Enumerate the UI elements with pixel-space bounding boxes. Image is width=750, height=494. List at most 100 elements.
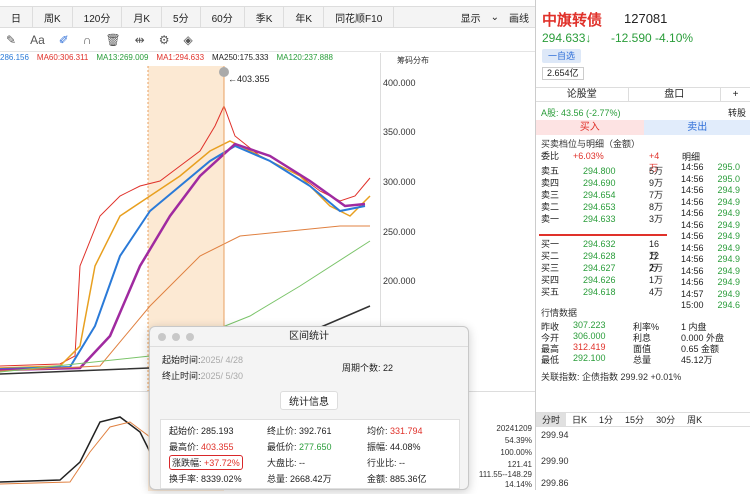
- split-icon[interactable]: ⇹: [135, 33, 145, 47]
- tab-add[interactable]: +: [721, 88, 750, 101]
- tick-row: 14:56295.0: [681, 174, 740, 184]
- tab-15min[interactable]: 15分: [619, 413, 650, 426]
- ma-legend: 286.156 MA60:306.311 MA13:269.009 MA1:29…: [0, 53, 380, 66]
- bid-price: 294.628: [583, 250, 616, 262]
- ask-price: 294.653: [583, 201, 616, 213]
- market-cap: 2.654亿: [542, 67, 584, 80]
- text-tool-icon[interactable]: Aa: [30, 33, 45, 47]
- end-value[interactable]: 2025/ 5/30: [201, 371, 244, 381]
- bid-row: 买二294.62812万: [539, 250, 667, 262]
- period-label: 周期个数:: [342, 363, 381, 373]
- bid-price: 294.626: [583, 274, 616, 286]
- related-index: 关联指数: 企债指数 299.92 +0.01%: [541, 370, 681, 383]
- bid-row: 买一294.63216万: [539, 238, 667, 250]
- tab-year-k[interactable]: 年K: [284, 7, 324, 27]
- tab-day-k[interactable]: 日K: [566, 413, 593, 426]
- tab-60min[interactable]: 60分: [201, 7, 245, 27]
- ask-row: 卖四294.6909万: [539, 177, 667, 189]
- tab-week-k-mini[interactable]: 周K: [681, 413, 708, 426]
- draw-line-button[interactable]: 画线: [509, 10, 529, 25]
- start-value[interactable]: 2025/ 4/28: [201, 355, 244, 365]
- lower-value: 100.00%: [500, 448, 532, 457]
- period-row: 周期个数: 22: [342, 361, 393, 374]
- tab-120min[interactable]: 120分: [73, 7, 123, 27]
- close-dot-icon[interactable]: [158, 333, 166, 341]
- tick-row: 14:56294.9: [681, 231, 740, 241]
- zoom-dot-icon[interactable]: [186, 333, 194, 341]
- price-change: -12.590 -4.10%: [611, 31, 693, 45]
- ask-volume: 9万: [649, 177, 663, 189]
- ask-row: 卖一294.6333万: [539, 213, 667, 225]
- market-title: 行情数据: [541, 306, 577, 319]
- end-time-row: 终止时间:2025/ 5/30: [162, 369, 243, 382]
- gear-icon[interactable]: ⚙: [159, 33, 170, 47]
- display-menu[interactable]: 显示: [461, 10, 481, 25]
- sell-button[interactable]: 卖出: [644, 120, 750, 135]
- highlighter-icon[interactable]: ✐: [59, 33, 69, 47]
- stats-info-title: 统计信息: [280, 391, 338, 410]
- tick-row: 14:56294.9: [681, 220, 740, 230]
- a-share-quote: A股: 43.56 (-2.77%): [541, 106, 621, 119]
- orderbook-title: 买卖档位与明细（金额）: [541, 137, 640, 150]
- ma-label: 286.156: [0, 53, 29, 66]
- ask-volume: 8万: [649, 201, 663, 213]
- dialog-title: 区间统计: [289, 331, 329, 342]
- bid-data-label: 买一: [541, 238, 559, 250]
- bid-list: 买一294.63216万买二294.62812万买三294.6272万买四294…: [539, 238, 667, 298]
- tab-orderbook[interactable]: 盘口: [629, 88, 722, 101]
- mini-tick: 299.94: [541, 430, 569, 440]
- y-tick: 250.000: [383, 227, 416, 237]
- layers-icon[interactable]: ◈: [184, 33, 193, 47]
- tab-week-k[interactable]: 周K: [33, 7, 73, 27]
- lower-value: 111.55--148.29: [479, 470, 532, 479]
- security-name: 中旗转债: [542, 9, 602, 30]
- y-tick: 350.000: [383, 127, 416, 137]
- tab-f10[interactable]: 同花顺F10: [324, 7, 394, 27]
- bid-data-label: 买五: [541, 286, 559, 298]
- quote-tabs: 论股堂 盘口 +: [536, 87, 750, 102]
- ask-row: 卖五294.8005万: [539, 165, 667, 177]
- trash-icon[interactable]: 🗑: [105, 33, 120, 47]
- bid-volume: 4万: [649, 286, 663, 298]
- tab-5min[interactable]: 5分: [162, 7, 201, 27]
- bid-data-label: 买二: [541, 250, 559, 262]
- tab-day[interactable]: 日: [0, 7, 33, 27]
- bid-data-label: 买四: [541, 274, 559, 286]
- bid-volume: 2万: [649, 262, 663, 274]
- last-price: 294.633↓: [542, 31, 591, 45]
- period-value: 22: [383, 363, 393, 373]
- tab-1min[interactable]: 1分: [593, 413, 619, 426]
- buy-button[interactable]: 买入: [536, 120, 644, 135]
- minimize-dot-icon[interactable]: [172, 333, 180, 341]
- bid-row: 买四294.6261万: [539, 274, 667, 286]
- tick-row: 14:56294.9: [681, 277, 740, 287]
- pen-tool-icon[interactable]: ✎: [6, 33, 16, 47]
- peak-label: ←403.355: [228, 74, 270, 84]
- y-tick: 300.000: [383, 177, 416, 187]
- drawing-toolbar: ✎ Aa ✐ ∩ 🗑 ⇹ ⚙ ◈: [0, 28, 535, 52]
- tab-month-k[interactable]: 月K: [122, 7, 162, 27]
- lower-value: 121.41: [508, 460, 532, 469]
- tab-intraday[interactable]: 分时: [536, 413, 566, 426]
- tick-row: 14:56294.9: [681, 208, 740, 218]
- ask-data-label: 卖五: [541, 165, 559, 177]
- convert-label: 转股: [728, 106, 746, 119]
- tick-row: 14:56295.0: [681, 162, 740, 172]
- bid-price: 294.632: [583, 238, 616, 250]
- bid-price: 294.627: [583, 262, 616, 274]
- tab-30min[interactable]: 30分: [650, 413, 681, 426]
- dialog-header: 区间统计: [150, 327, 468, 347]
- magnet-icon[interactable]: ∩: [83, 33, 92, 47]
- ask-price: 294.800: [583, 165, 616, 177]
- tick-row: 14:56294.9: [681, 266, 740, 276]
- tick-row: 14:56294.9: [681, 185, 740, 195]
- chevron-down-icon[interactable]: ⌄: [491, 12, 499, 23]
- bid-row: 买三 294.627 2万: [539, 262, 667, 274]
- tab-quarter-k[interactable]: 季K: [245, 7, 285, 27]
- lower-value: 14.14%: [505, 480, 532, 489]
- bid-data-label: 买三: [541, 262, 559, 274]
- tab-forum[interactable]: 论股堂: [536, 88, 629, 101]
- add-watchlist-button[interactable]: 一自选: [542, 49, 581, 63]
- bid-row: 买五294.6184万: [539, 286, 667, 298]
- ma-label: MA60:306.311: [37, 53, 88, 66]
